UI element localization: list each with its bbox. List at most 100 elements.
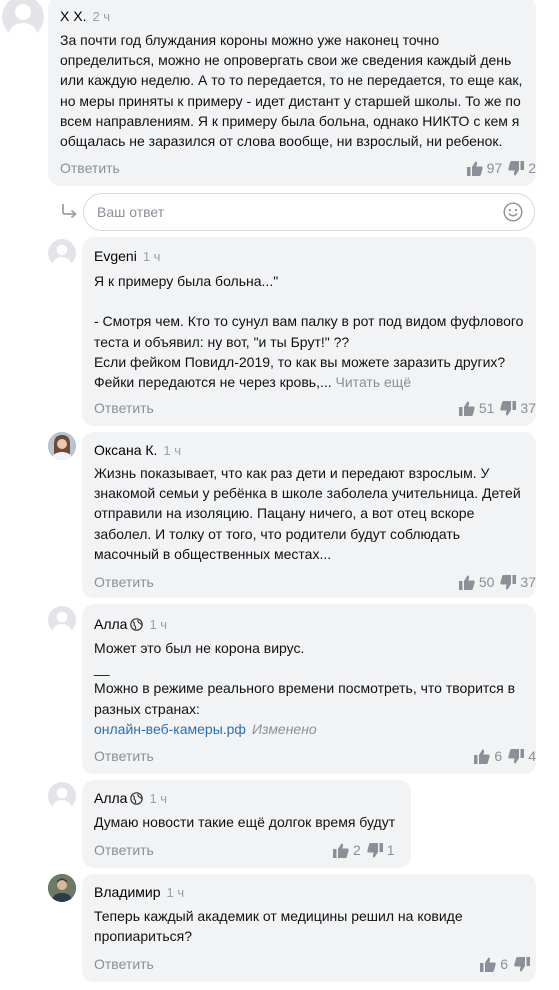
comment-time: 1 ч [163, 443, 182, 458]
like-count: 51 [478, 400, 495, 416]
avatar[interactable] [48, 239, 76, 267]
vote-bar: 97 2 [466, 160, 536, 176]
reply-button[interactable]: Ответить [60, 160, 120, 176]
text-line: знакомой семьи у ребёнка в школе заболел… [94, 485, 521, 502]
like-count: 97 [486, 160, 503, 176]
comment-text: Жизнь показывает, что как раз дети и пер… [94, 463, 521, 564]
comment-time: 1 ч [149, 791, 168, 806]
dislike-count: 1 [386, 842, 395, 858]
thumbs-up-icon[interactable] [466, 161, 483, 176]
comment-text: За почти год блуждания короны можно уже … [60, 30, 522, 151]
comment-header: Алла 1 ч [94, 616, 167, 634]
text-line: заболел. И толку от того, что родители б… [94, 525, 461, 542]
author-name[interactable]: Владимир [94, 884, 161, 900]
comment-header: Алла 1 ч [94, 790, 167, 808]
author-name[interactable]: Алла [94, 790, 127, 806]
comment-header: Х Х. 2 ч [60, 8, 110, 24]
dislike-count: 2 [528, 160, 536, 176]
text-line: Может это был не корона вирус. [94, 640, 305, 656]
comment-header: Владимир 1 ч [94, 884, 184, 900]
text-fragment: Фейки передаются не через кровь,... [94, 374, 332, 390]
vote-bar: 51 37 [458, 400, 536, 416]
thumbs-up-icon[interactable] [474, 749, 491, 764]
text-line: онлайн-веб-камеры.рф Изменено [94, 719, 515, 739]
vote-bar: 50 37 [458, 574, 536, 590]
text-line: Думаю новости такие ещё долгок время буд… [94, 814, 396, 830]
text-line: но меры приняты к примеру - идет дистант… [60, 92, 521, 109]
avatar[interactable] [48, 432, 76, 460]
reply-button[interactable]: Ответить [94, 842, 154, 858]
text-line: Фейки передаются не через кровь,... Чита… [94, 372, 523, 392]
avatar[interactable] [48, 782, 76, 810]
read-more-link[interactable]: Читать ещё [336, 374, 412, 390]
like-count: 6 [500, 956, 508, 972]
comment-text: Я к примеру была больна..." - Смотря чем… [94, 271, 523, 392]
reply-input[interactable]: Ваш ответ [97, 204, 164, 220]
avatar[interactable] [48, 606, 76, 634]
thumbs-up-icon[interactable] [458, 575, 475, 590]
text-line: масочный в общественных местах... [94, 545, 332, 562]
text-line: Можно в режиме реального времени посмотр… [94, 680, 516, 697]
comment-header: Оксана К. 1 ч [94, 442, 181, 458]
thumbs-down-icon[interactable] [508, 160, 525, 176]
comment-text: Теперь каждый академик от медицины решил… [94, 906, 463, 946]
webcam-link[interactable]: онлайн-веб-камеры.рф [94, 721, 246, 737]
globe-icon [130, 618, 144, 634]
text-line: Если фейком Повидл-2019, то как вы может… [94, 353, 506, 370]
text-line [94, 291, 523, 311]
text-line: всем направлениям. Я к примеру была боль… [60, 112, 520, 129]
text-line: пропиариться? [94, 928, 193, 945]
dislike-count: 4 [528, 748, 536, 764]
reply-button[interactable]: Ответить [94, 574, 154, 590]
reply-arrow-icon [60, 203, 78, 224]
thumbs-down-icon[interactable] [514, 956, 530, 972]
text-line: отправили на изоляцию. Пацану ничего, а … [94, 505, 475, 522]
globe-icon [130, 792, 144, 808]
text-line: разных странах: [94, 700, 200, 717]
text-line: За почти год блуждания короны можно уже … [60, 32, 440, 48]
text-line: теста и объявил: ну вот, "и ты Брут!" ?? [94, 333, 350, 350]
reply-button[interactable]: Ответить [94, 400, 154, 416]
author-name[interactable]: Алла [94, 616, 127, 632]
text-line: или каждую неделю. А то то передается, т… [60, 72, 523, 89]
text-line: Жизнь показывает, что как раз дети и пер… [94, 465, 490, 481]
thumbs-down-icon[interactable] [508, 748, 525, 764]
author-name[interactable]: Х Х. [60, 8, 86, 24]
reply-button[interactable]: Ответить [94, 956, 154, 972]
comment-time: 1 ч [142, 249, 161, 264]
author-name[interactable]: Evgeni [94, 248, 137, 264]
comment-text: Может это был не корона вирус. __ Можно … [94, 638, 515, 739]
reply-button[interactable]: Ответить [94, 748, 154, 764]
dislike-count: 37 [520, 574, 536, 590]
vote-bar: 2 1 [333, 842, 395, 858]
comment-text: Думаю новости такие ещё долгок время буд… [94, 812, 395, 832]
text-line: определиться, можно не опровергать свои … [60, 52, 512, 69]
text-line: Теперь каждый академик от медицины решил… [94, 908, 463, 924]
vote-bar: 6 [480, 956, 530, 972]
reply-input-box[interactable]: Ваш ответ [83, 193, 535, 231]
edited-label: Изменено [251, 720, 317, 737]
text-line: - Смотря чем. Кто то сунул вам палку в р… [94, 313, 524, 330]
thumbs-down-icon[interactable] [500, 400, 517, 416]
comment-time: 2 ч [92, 9, 111, 24]
vote-bar: 6 4 [474, 748, 536, 764]
like-count: 2 [353, 842, 361, 858]
like-count: 50 [478, 574, 495, 590]
dislike-count: 37 [520, 400, 536, 416]
thumbs-down-icon[interactable] [367, 842, 383, 858]
avatar[interactable] [48, 874, 76, 902]
text-line: Я к примеру была больна..." [94, 273, 279, 289]
like-count: 6 [494, 748, 503, 764]
text-line: __ [94, 660, 110, 677]
thumbs-up-icon[interactable] [333, 843, 349, 858]
thumbs-down-icon[interactable] [500, 574, 517, 590]
text-line: общалась не заразился от слова вообще, н… [60, 133, 503, 150]
comment-time: 1 ч [149, 617, 168, 632]
comment-time: 1 ч [166, 885, 185, 900]
avatar[interactable] [2, 0, 44, 38]
smiley-icon[interactable] [503, 202, 523, 227]
author-name[interactable]: Оксана К. [94, 442, 157, 458]
comment-header: Evgeni 1 ч [94, 248, 160, 264]
thumbs-up-icon[interactable] [480, 957, 496, 972]
thumbs-up-icon[interactable] [458, 401, 475, 416]
